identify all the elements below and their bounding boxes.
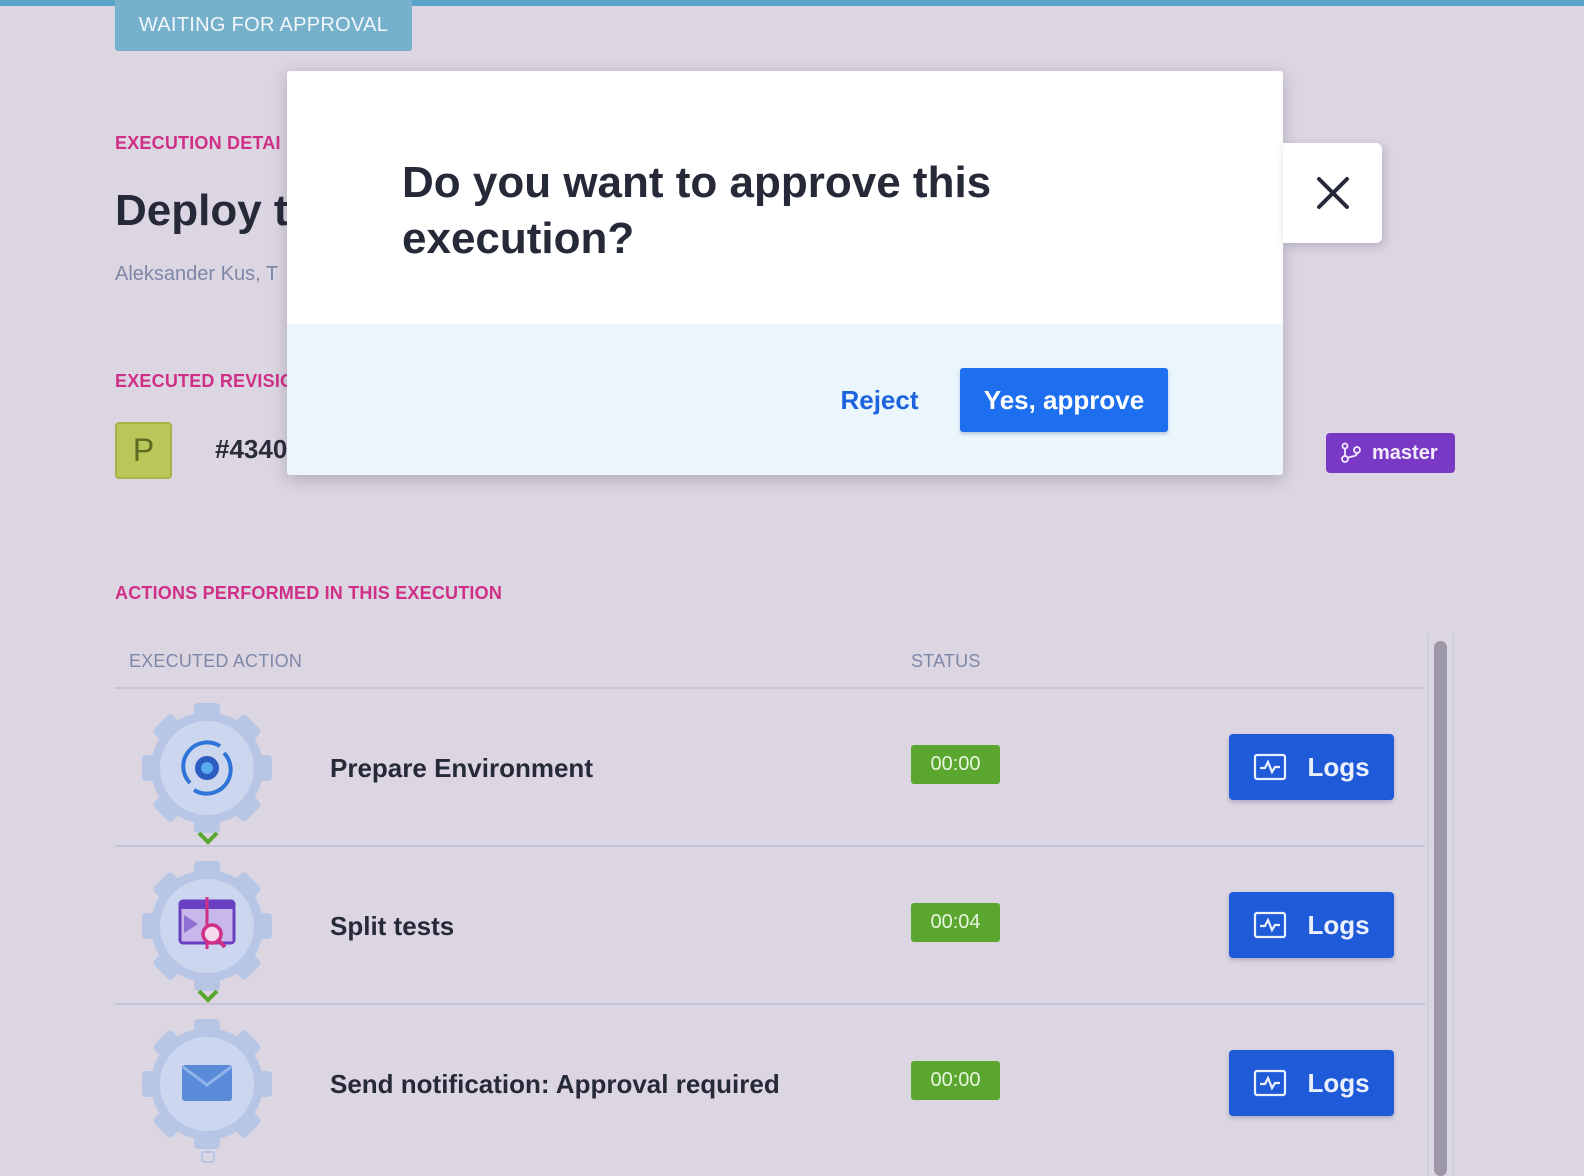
actions-section-label: ACTIONS PERFORMED IN THIS EXECUTION <box>115 583 503 603</box>
close-icon <box>1316 177 1349 209</box>
column-header-action: EXECUTED ACTION <box>129 651 303 671</box>
modal-title: Do you want to approve this execution? <box>402 158 992 263</box>
status-duration-badge: 00:04 <box>911 903 1000 942</box>
table-row: Split tests 00:04 Logs <box>115 847 1425 1005</box>
column-header-status: STATUS <box>911 651 981 671</box>
status-badge: WAITING FOR APPROVAL <box>115 0 412 51</box>
next-action-icon <box>201 1151 215 1163</box>
logs-label: Logs <box>1307 1067 1370 1098</box>
actions-table: EXECUTED ACTION STATUS Prepare Environme… <box>115 633 1425 1176</box>
close-modal-button[interactable] <box>1283 143 1382 243</box>
activity-icon <box>1254 911 1287 939</box>
execution-details-label: EXECUTION DETAI <box>115 133 281 153</box>
scrollbar-thumb[interactable] <box>1434 641 1447 1176</box>
table-row: Prepare Environment 00:00 Logs <box>115 689 1425 847</box>
action-name: Split tests <box>330 911 455 941</box>
branch-badge[interactable]: master <box>1326 433 1455 473</box>
logs-label: Logs <box>1307 909 1370 940</box>
status-duration-badge: 00:00 <box>911 1061 1000 1100</box>
action-name: Send notification: Approval required <box>330 1069 780 1099</box>
logs-button[interactable]: Logs <box>1229 1050 1394 1116</box>
execution-authors: Aleksander Kus, T <box>115 263 279 285</box>
reject-button[interactable]: Reject <box>827 368 932 432</box>
branch-name: master <box>1372 441 1438 464</box>
table-row: Send notification: Approval required 00:… <box>115 1005 1425 1163</box>
action-name: Prepare Environment <box>330 753 593 783</box>
environment-gear-icon <box>142 703 272 833</box>
approval-modal: Do you want to approve this execution? R… <box>287 71 1283 475</box>
executed-revision-label: EXECUTED REVISIO <box>115 371 295 391</box>
logs-button[interactable]: Logs <box>1229 892 1394 958</box>
modal-footer: Reject Yes, approve <box>287 324 1283 475</box>
status-duration-badge: 00:00 <box>911 745 1000 784</box>
chevron-down-icon <box>197 831 219 845</box>
logs-label: Logs <box>1307 751 1370 782</box>
activity-icon <box>1254 753 1287 781</box>
chevron-down-icon <box>197 989 219 1003</box>
split-tests-icon <box>142 861 272 991</box>
branch-icon <box>1341 442 1361 463</box>
activity-icon <box>1254 1069 1287 1097</box>
revision-number[interactable]: #4340 <box>215 434 287 465</box>
envelope-icon <box>142 1019 272 1149</box>
logs-button[interactable]: Logs <box>1229 734 1394 800</box>
avatar: P <box>115 422 172 479</box>
approve-button[interactable]: Yes, approve <box>960 368 1168 432</box>
page-title: Deploy t <box>115 186 289 235</box>
